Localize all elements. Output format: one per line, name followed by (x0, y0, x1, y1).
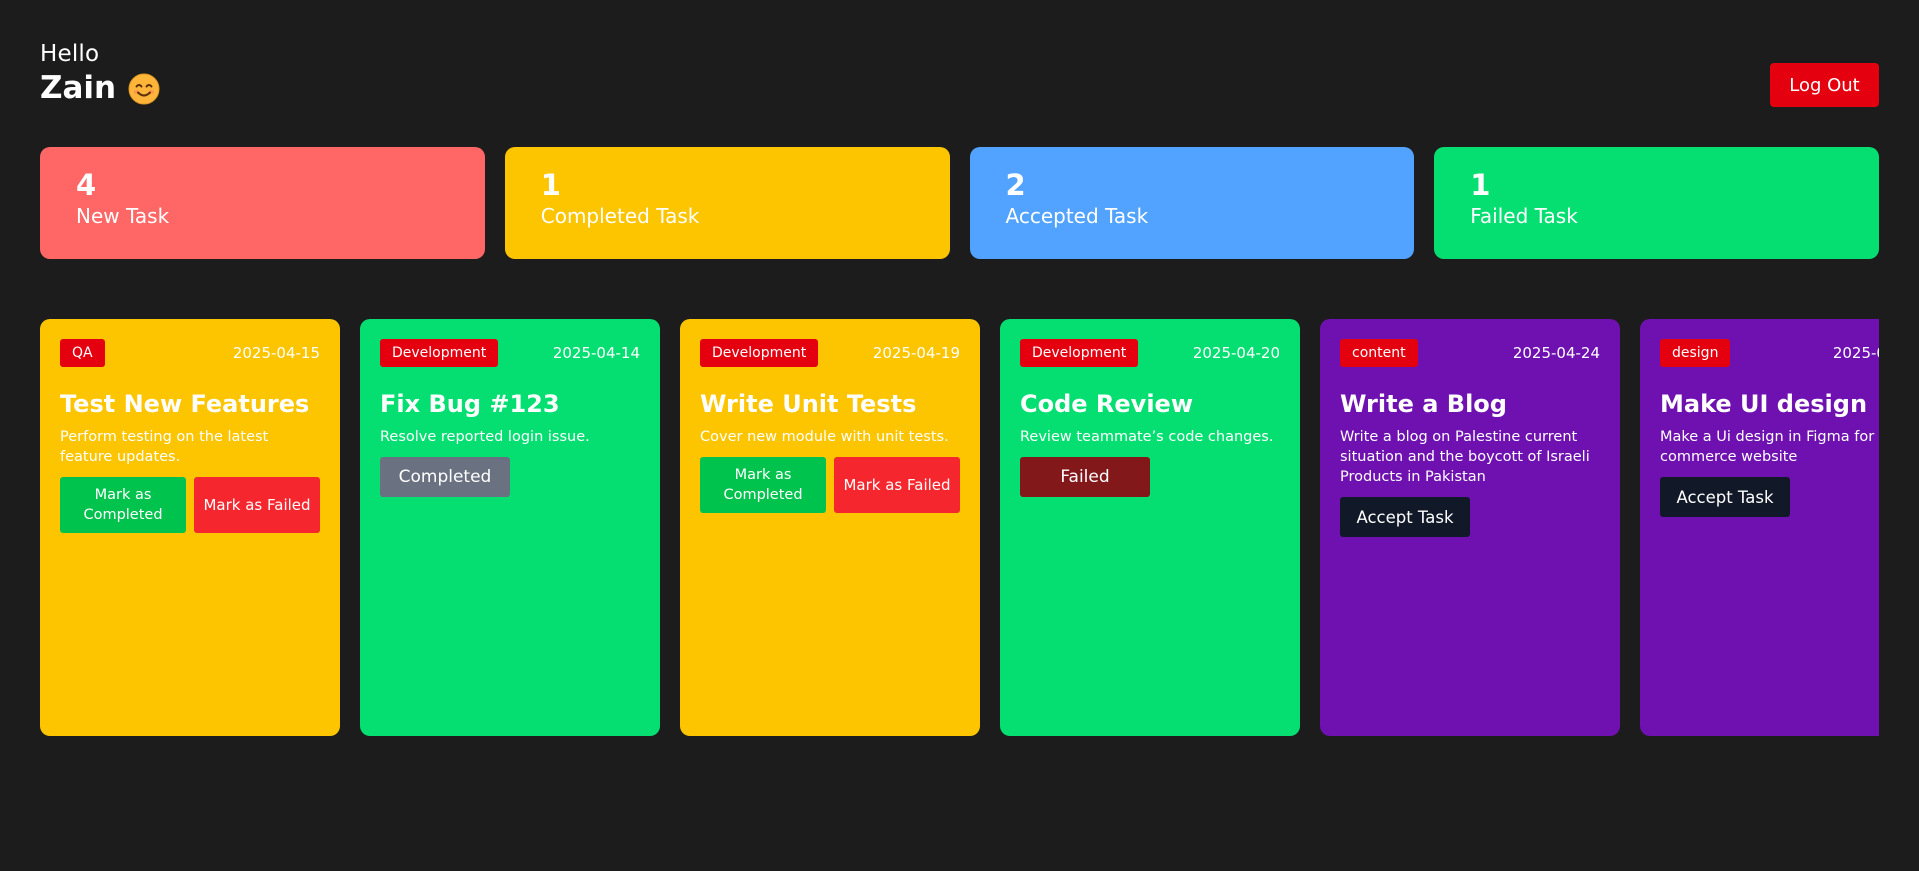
category-badge: design (1660, 339, 1731, 367)
task-stats: 4 New Task 1 Completed Task 2 Accepted Task 1 F… (40, 147, 1879, 259)
task-card: design 2025-04-25 Make UI design Make a Ui … (1640, 319, 1879, 736)
stat-count: 2 (1005, 168, 1026, 202)
category-badge: Development (1020, 339, 1139, 367)
logout-button[interactable]: Log Out (1770, 63, 1879, 107)
task-list-scroll[interactable]: QA 2025-04-15 Test New Features Perform tes… (40, 319, 1879, 736)
mark-completed-button[interactable]: Mark as Completed (700, 457, 826, 513)
stat-card: 4 New Task (40, 147, 485, 259)
category-badge: Development (380, 339, 499, 367)
task-card: QA 2025-04-15 Test New Features Perform tes… (40, 319, 340, 736)
category-badge: QA (60, 339, 105, 367)
task-title: Write a Blog (1340, 390, 1507, 418)
stat-card: 1 Failed Task (1434, 147, 1879, 259)
accept-task-button[interactable]: Accept Task (1660, 477, 1790, 517)
mark-failed-button[interactable]: Mark as Failed (194, 477, 320, 533)
task-actions: Mark as Completed Mark as Failed (60, 477, 320, 533)
task-card-header: Development 2025-04-20 (1020, 339, 1280, 367)
task-description: Make a Ui design in Figma for a e-commer… (1660, 429, 1879, 465)
task-title: Make UI design (1660, 390, 1868, 418)
task-description: Cover new module with unit tests. (700, 429, 949, 445)
task-date: 2025-04-20 (1192, 344, 1280, 362)
task-card-header: content 2025-04-24 (1340, 339, 1600, 367)
task-description: Perform testing on the latest feature up… (60, 429, 269, 465)
completed-status: Completed (380, 457, 510, 497)
task-card-header: design 2025-04-25 (1660, 339, 1879, 367)
task-card: Development 2025-04-19 Write Unit Tests Cov… (680, 319, 980, 736)
greeting: Hello Zain (40, 40, 160, 106)
smiling-face-icon (128, 73, 160, 105)
task-title: Write Unit Tests (700, 390, 917, 418)
category-badge: Development (700, 339, 819, 367)
task-description: Review teammate’s code changes. (1020, 429, 1274, 445)
failed-status: Failed (1020, 457, 1150, 497)
task-list: QA 2025-04-15 Test New Features Perform tes… (40, 319, 1879, 736)
accept-task-button[interactable]: Accept Task (1340, 497, 1470, 537)
task-card-header: QA 2025-04-15 (60, 339, 320, 367)
task-actions: Failed (1020, 457, 1280, 497)
user-name: Zain (40, 70, 117, 106)
task-actions: Accept Task (1660, 477, 1879, 517)
mark-failed-button[interactable]: Mark as Failed (834, 457, 960, 513)
mark-completed-button[interactable]: Mark as Completed (60, 477, 186, 533)
task-date: 2025-04-19 (872, 344, 960, 362)
stat-count: 4 (76, 168, 97, 202)
task-title: Fix Bug #123 (380, 390, 560, 418)
stat-count: 1 (1470, 168, 1491, 202)
header: Hello Zain Log Out (40, 40, 1879, 110)
task-card: Development 2025-04-14 Fix Bug #123 Resolve… (360, 319, 660, 736)
employee-dashboard: Hello Zain Log Out 4 New Task 1 Complete… (0, 0, 1919, 871)
task-title: Test New Features (60, 390, 310, 418)
greeting-text: Hello (40, 41, 100, 67)
task-card-header: Development 2025-04-19 (700, 339, 960, 367)
task-actions: Completed (380, 457, 640, 497)
stat-count: 1 (540, 168, 561, 202)
task-date: 2025-04-14 (552, 344, 640, 362)
stat-label: Completed Task (540, 204, 700, 228)
task-description: Write a blog on Palestine current situat… (1340, 429, 1590, 485)
task-actions: Accept Task (1340, 497, 1600, 537)
stat-card: 1 Completed Task (504, 147, 950, 259)
stat-label: Accepted Task (1005, 204, 1149, 228)
task-description: Resolve reported login issue. (380, 429, 590, 445)
user-name-row: Zain (40, 70, 160, 106)
category-badge: content (1340, 339, 1418, 367)
task-date: 2025-04-25 (1832, 344, 1879, 362)
task-card: Development 2025-04-20 Code Review Review t… (1000, 319, 1300, 736)
stat-label: Failed Task (1470, 204, 1578, 228)
task-date: 2025-04-24 (1512, 344, 1600, 362)
task-card-header: Development 2025-04-14 (380, 339, 640, 367)
task-actions: Mark as Completed Mark as Failed (700, 457, 960, 513)
task-date: 2025-04-15 (232, 344, 320, 362)
stat-label: New Task (76, 204, 170, 228)
task-card: content 2025-04-24 Write a Blog Write a blo… (1320, 319, 1620, 736)
task-title: Code Review (1020, 390, 1193, 418)
stat-card: 2 Accepted Task (969, 147, 1415, 259)
